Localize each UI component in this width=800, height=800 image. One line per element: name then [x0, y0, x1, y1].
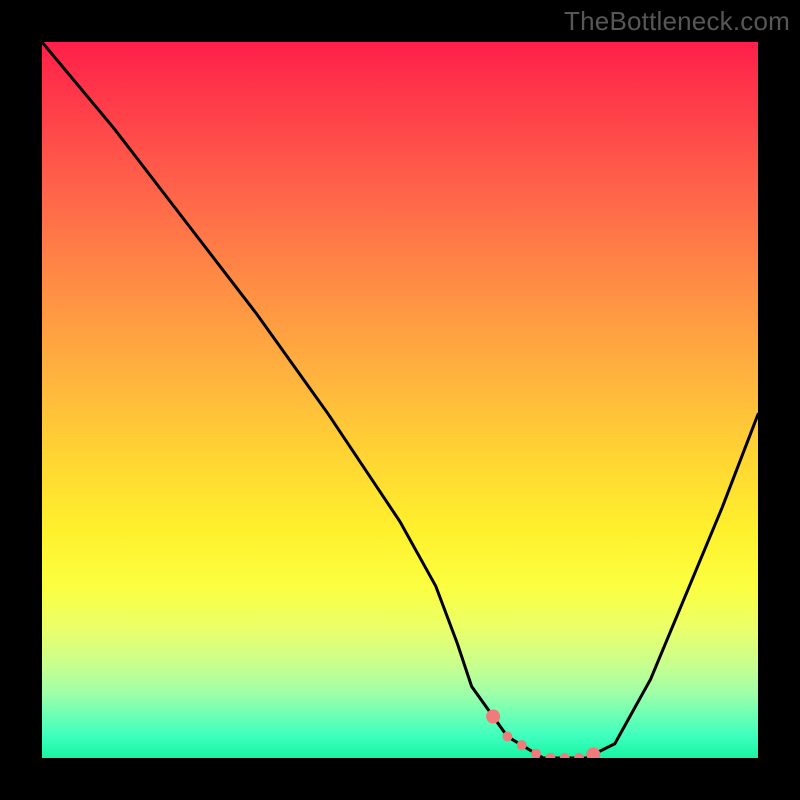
plot-area: [42, 42, 758, 758]
chart-frame: TheBottleneck.com: [0, 0, 800, 800]
watermark: TheBottleneck.com: [564, 6, 790, 37]
bottleneck-curve: [42, 42, 758, 758]
